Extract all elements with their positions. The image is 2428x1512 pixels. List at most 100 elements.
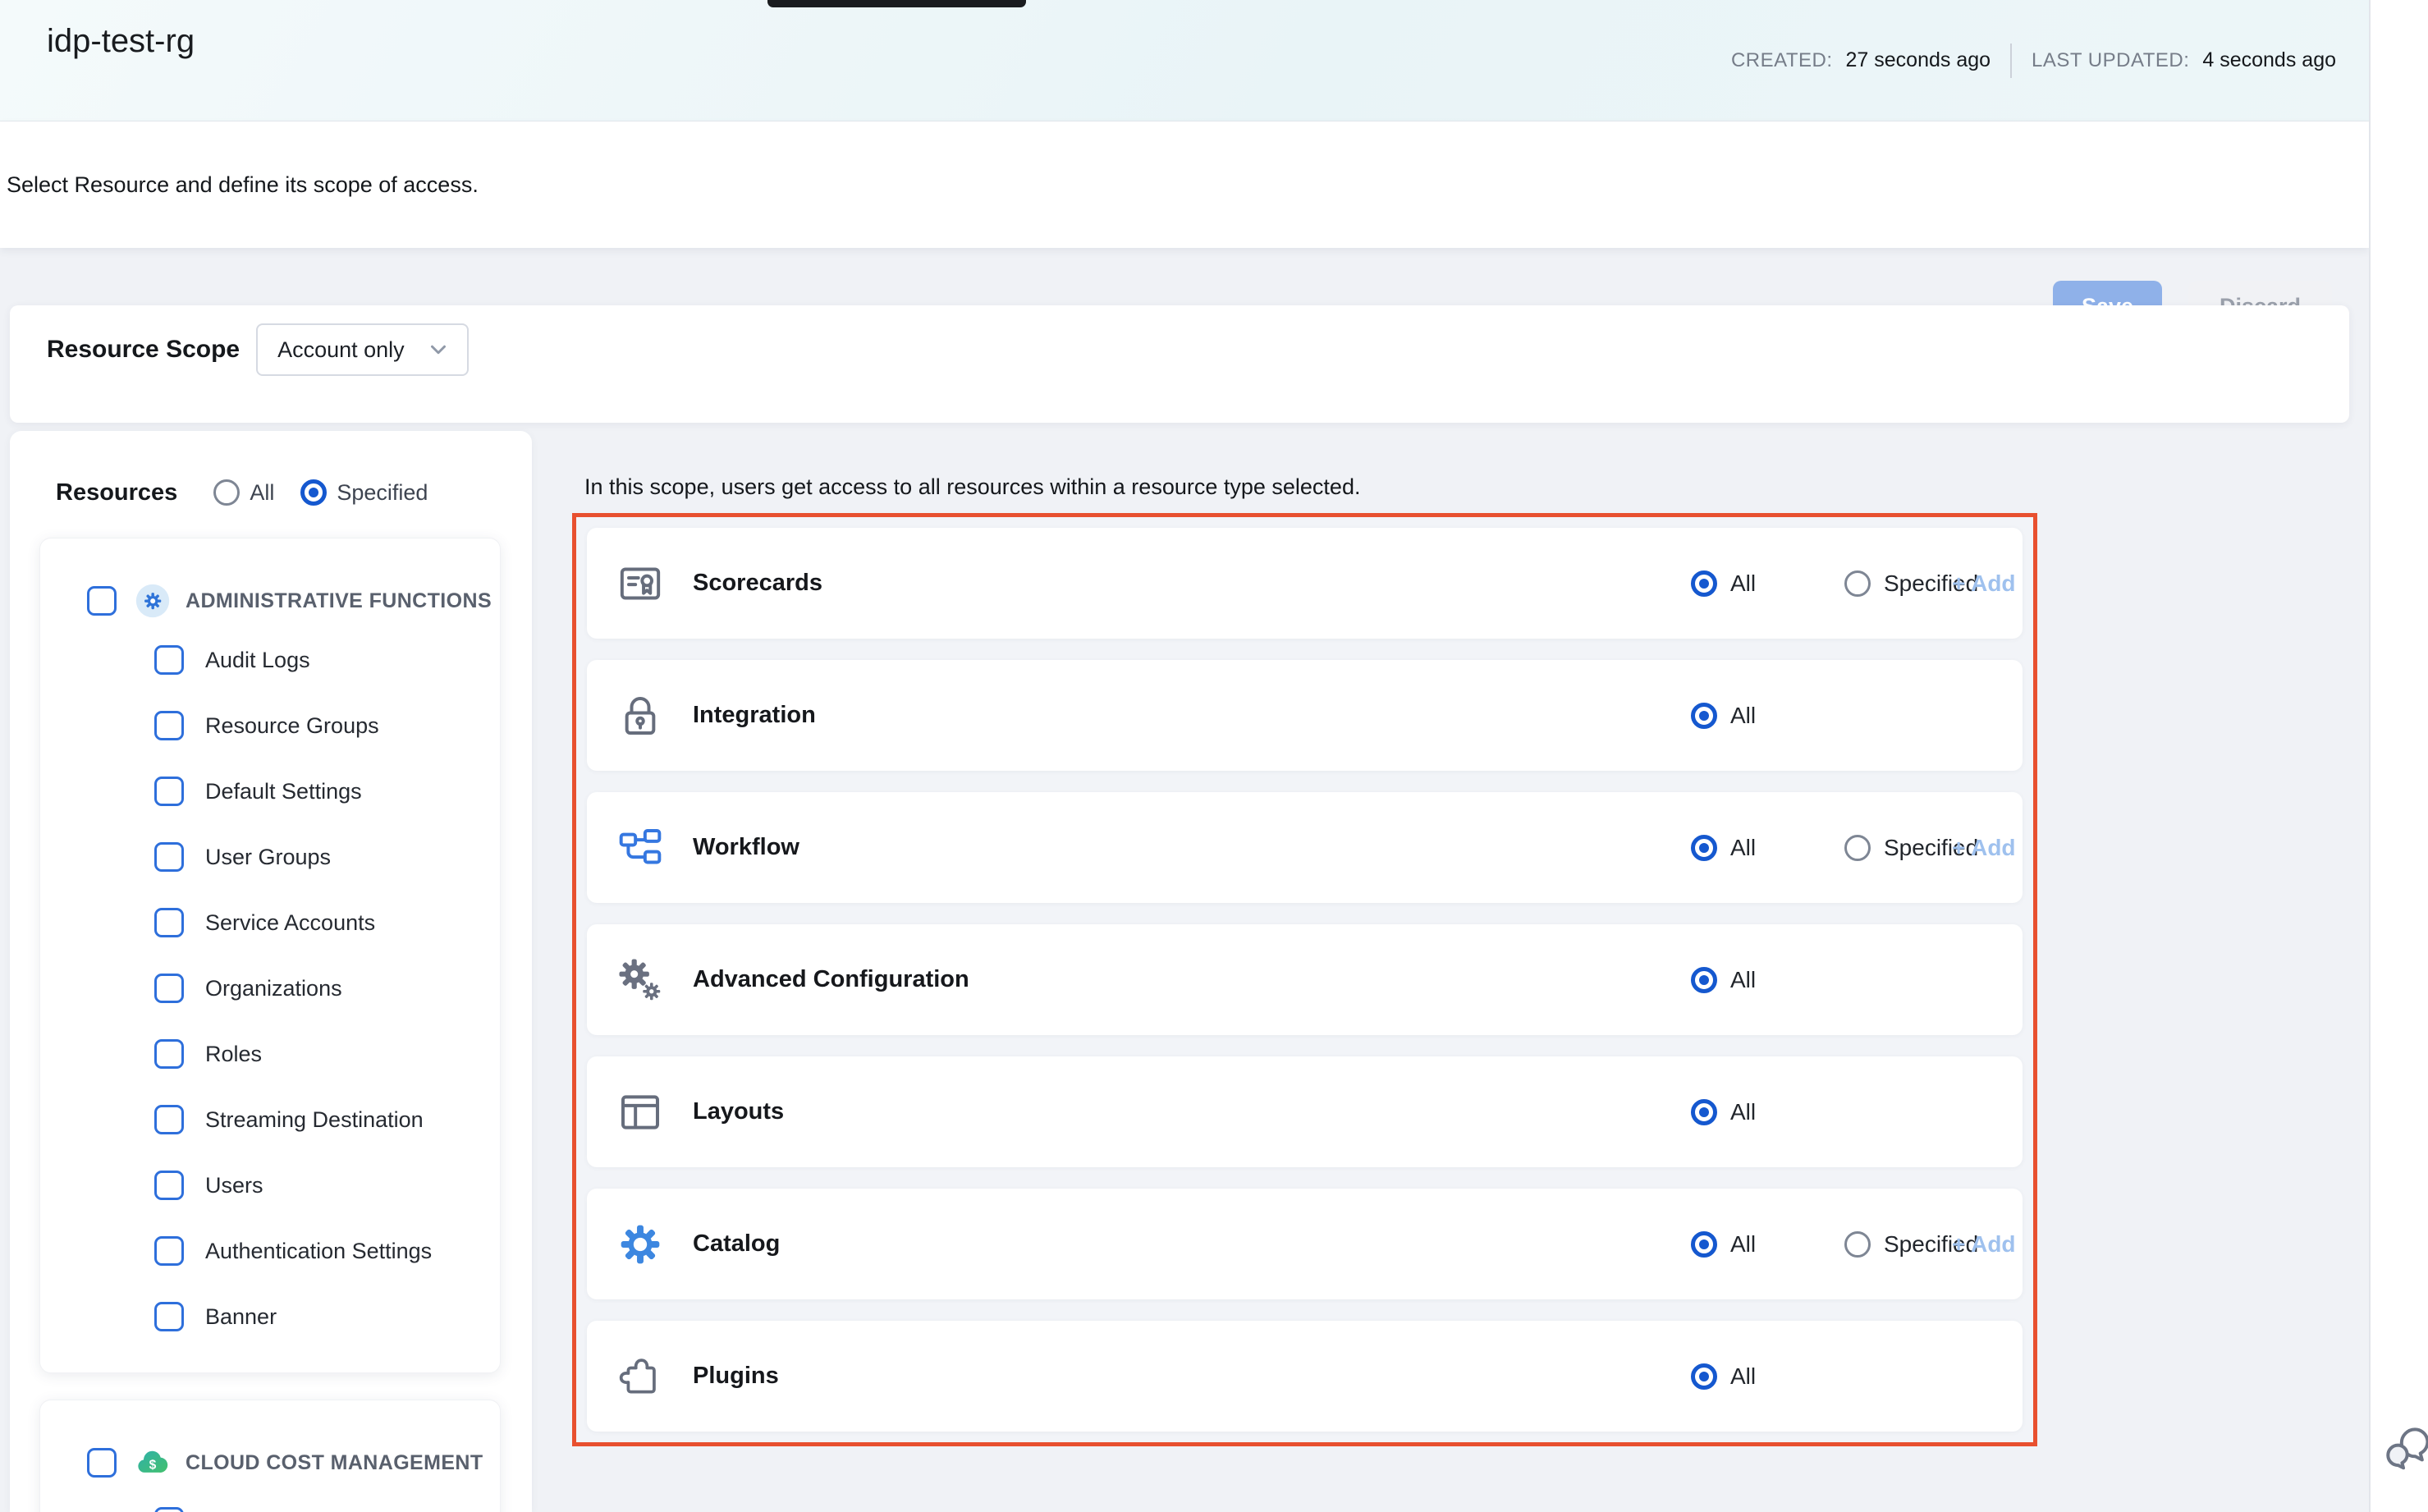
svg-text:$: $ [149, 1458, 157, 1472]
resource-group-header: $ CLOUD COST MANAGEMENT [40, 1436, 500, 1489]
add-link[interactable]: + Add [1952, 1231, 2016, 1258]
radio-all[interactable] [1691, 1099, 1717, 1125]
radio-all[interactable] [1691, 1363, 1717, 1390]
resource-group-card: ADMINISTRATIVE FUNCTIONS Audit Logs Reso… [39, 538, 501, 1373]
item-checkbox[interactable] [154, 1507, 184, 1512]
page-title: idp-test-rg [47, 23, 195, 60]
last-updated-value: 4 seconds ago [2202, 48, 2336, 72]
app-screen: idp-test-rg CREATED: 27 seconds ago LAST… [0, 0, 2428, 1512]
resource-row-label: Layouts [693, 1098, 784, 1125]
radio-specified[interactable] [1844, 1231, 1871, 1258]
item-checkbox[interactable] [154, 711, 184, 740]
scorecard-icon [617, 561, 663, 607]
group-items: Audit Logs Resource Groups Default Setti… [40, 627, 500, 1349]
resource-group-card: $ CLOUD COST MANAGEMENT Recommendations [39, 1400, 501, 1512]
resource-type-item[interactable]: Audit Logs [40, 627, 500, 693]
lock-icon [617, 693, 663, 739]
workflow-icon [617, 825, 663, 871]
item-label: Audit Logs [205, 648, 310, 673]
item-label: Banner [205, 1304, 277, 1330]
resource-scope-value: Account only [277, 337, 405, 363]
row-all-control: All [1691, 835, 1756, 861]
top-notch [767, 0, 1026, 7]
resource-group-list: ADMINISTRATIVE FUNCTIONS Audit Logs Reso… [39, 538, 501, 1512]
group-checkbox[interactable] [87, 1448, 117, 1478]
item-checkbox[interactable] [154, 1302, 184, 1331]
radio-all[interactable] [1691, 703, 1717, 729]
group-checkbox[interactable] [87, 586, 117, 616]
resource-type-item[interactable]: Organizations [40, 955, 500, 1021]
right-rail [2369, 0, 2428, 1512]
resources-radio-all[interactable] [213, 479, 240, 506]
item-label: Organizations [205, 976, 342, 1001]
item-checkbox[interactable] [154, 777, 184, 806]
resource-row: Plugins All Specified + Add [587, 1321, 2023, 1432]
item-checkbox[interactable] [154, 1236, 184, 1266]
item-label: Service Accounts [205, 910, 375, 936]
radio-all[interactable] [1691, 835, 1717, 861]
resource-scope-card: Resource Scope Account only [10, 305, 2349, 423]
radio-all-label: All [1730, 570, 1756, 597]
item-checkbox[interactable] [154, 974, 184, 1003]
item-checkbox[interactable] [154, 1171, 184, 1200]
resource-row-label: Advanced Configuration [693, 966, 969, 993]
resource-type-item[interactable]: Users [40, 1152, 500, 1218]
row-all-control: All [1691, 967, 1756, 993]
resource-type-item[interactable]: Banner [40, 1284, 500, 1349]
resource-type-item[interactable]: Recommendations [40, 1489, 500, 1512]
resource-type-item[interactable]: Resource Groups [40, 693, 500, 758]
item-checkbox[interactable] [154, 842, 184, 872]
resource-type-item[interactable]: Service Accounts [40, 890, 500, 955]
resource-scope-label: Resource Scope [47, 323, 240, 376]
cloud-dollar-icon: $ [135, 1445, 171, 1481]
resource-scope-dropdown[interactable]: Account only [256, 323, 469, 376]
add-link[interactable]: + Add [1952, 835, 2016, 861]
resource-row: Workflow All Specified + Add [587, 792, 2023, 903]
plugin-icon [617, 1354, 663, 1400]
resource-type-item[interactable]: Authentication Settings [40, 1218, 500, 1284]
scope-description: In this scope, users get access to all r… [584, 474, 1360, 500]
add-link[interactable]: + Add [1952, 570, 2016, 597]
item-checkbox[interactable] [154, 1105, 184, 1134]
resources-radio-specified[interactable] [300, 479, 327, 506]
chat-bubbles-icon[interactable] [2382, 1422, 2428, 1474]
resource-row-label: Integration [693, 702, 816, 729]
last-updated-label: LAST UPDATED: [2032, 49, 2189, 72]
row-all-control: All [1691, 1363, 1756, 1390]
resource-type-item[interactable]: Streaming Destination [40, 1087, 500, 1152]
radio-all-label: All [1730, 703, 1756, 729]
resource-row: Advanced Configuration All Specified + A… [587, 924, 2023, 1035]
radio-all[interactable] [1691, 967, 1717, 993]
radio-all-label: All [1730, 967, 1756, 993]
layout-icon [617, 1089, 663, 1135]
toolbar-description: Select Resource and define its scope of … [7, 121, 479, 248]
resource-row: Scorecards All Specified + Add [587, 528, 2023, 639]
radio-all-label: All [1730, 835, 1756, 861]
radio-all[interactable] [1691, 570, 1717, 597]
resource-type-item[interactable]: Default Settings [40, 758, 500, 824]
admin-gear-badge-icon [135, 583, 171, 619]
group-items: Recommendations [40, 1489, 500, 1512]
resource-type-item[interactable]: Roles [40, 1021, 500, 1087]
radio-specified[interactable] [1844, 835, 1871, 861]
row-all-control: All [1691, 1231, 1756, 1258]
item-label: User Groups [205, 845, 331, 870]
item-checkbox[interactable] [154, 1039, 184, 1069]
radio-specified[interactable] [1844, 570, 1871, 597]
row-all-control: All [1691, 1099, 1756, 1125]
resource-row-label: Plugins [693, 1363, 779, 1390]
item-checkbox[interactable] [154, 908, 184, 937]
resource-row-label: Scorecards [693, 570, 822, 597]
resource-type-item[interactable]: User Groups [40, 824, 500, 890]
resources-header: Resources All Specified [56, 472, 524, 513]
radio-all-label: All [1730, 1231, 1756, 1258]
group-title: CLOUD COST MANAGEMENT [186, 1451, 483, 1475]
created-value: 27 seconds ago [1846, 48, 1991, 72]
item-label: Roles [205, 1042, 262, 1067]
resource-row-label: Catalog [693, 1230, 780, 1258]
item-label: Authentication Settings [205, 1239, 432, 1264]
radio-all[interactable] [1691, 1231, 1717, 1258]
chevron-down-icon [426, 337, 451, 362]
item-label: Users [205, 1173, 263, 1198]
item-checkbox[interactable] [154, 645, 184, 675]
